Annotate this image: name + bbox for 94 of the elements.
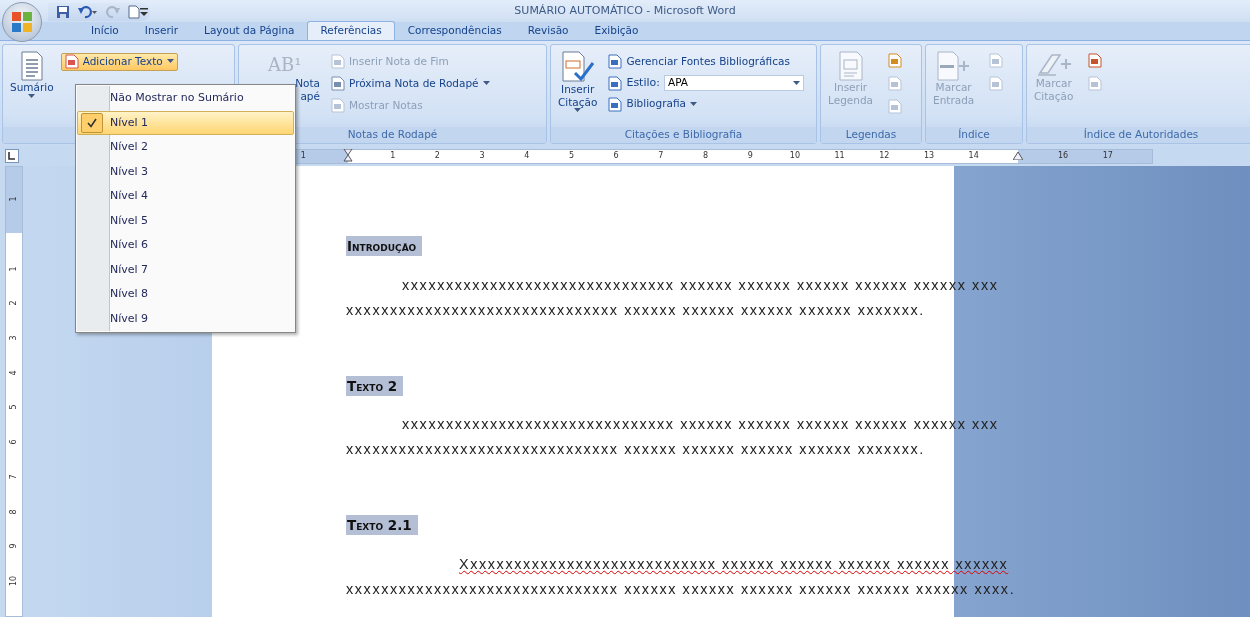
menu-item[interactable]: Nível 8: [77, 282, 294, 307]
paragraph-line: xxxxxxxxxxxxxxxxxxxxxxxxxxxxxxx xxxxxx xxxxxx xxxxxx xxxxxx xxxxxx xxx: [402, 415, 999, 434]
undo-icon[interactable]: [78, 5, 98, 19]
caret-icon: [574, 108, 582, 114]
ruler-number: 6: [613, 150, 619, 162]
ruler-number: 3: [479, 150, 485, 162]
ruler-number: 10: [789, 150, 800, 162]
ruler-number: 13: [923, 150, 935, 162]
ruler-number: 14: [968, 150, 979, 162]
ruler-number: 1: [8, 196, 19, 202]
menu-item[interactable]: Nível 6: [77, 233, 294, 258]
paragraph-line: xxxxxxxxxxxxxxxxxxxxxxxxxxxxxxx xxxxxx xxxxxx xxxxxx xxxxxx xxxxxxx.: [346, 300, 925, 320]
ruler-number: 9: [8, 543, 19, 549]
customize-menu-icon[interactable]: [140, 8, 148, 16]
check-icon: [87, 117, 97, 128]
ruler-number: 4: [524, 150, 530, 162]
tab-selector-icon[interactable]: [5, 149, 19, 163]
menu-item[interactable]: Nível 7: [77, 257, 294, 282]
ribbon-button[interactable]: Adicionar Texto: [60, 53, 178, 71]
paragraph-line: xxxxxxxxxxxxxxxxxxxxxxxxxxxxxxx xxxxxx xxxxxx xxxxxx xxxxxx xxxxxx xxx: [402, 275, 999, 295]
menu-item[interactable]: Nível 4: [77, 184, 294, 209]
section-heading: Introdução: [346, 236, 423, 257]
paragraph-line: Xxxxxxxxxxxxxxxxxxxxxxxxxxxxx xxxxxx xxxxxx xxxxxx xxxxxx xxxxxx: [459, 554, 1009, 574]
save-icon[interactable]: [56, 5, 70, 19]
ruler-number: 2: [8, 300, 19, 306]
ribbon-tab[interactable]: Exibição: [581, 21, 652, 40]
ribbon-button[interactable]: Bibliografia: [604, 95, 808, 113]
ruler-number: 8: [703, 150, 709, 162]
group-label: Citações e Bibliografia: [551, 127, 816, 143]
ribbon-tab[interactable]: Início: [78, 21, 132, 40]
document-icon: [608, 54, 623, 70]
caret-icon: [689, 101, 697, 107]
document-check-icon: [560, 51, 595, 83]
caret-icon: [793, 80, 800, 86]
document-icon: [608, 75, 623, 91]
menu-item[interactable]: Nível 5: [77, 208, 294, 233]
ribbon-button[interactable]: Gerenciar Fontes Bibliográficas: [604, 53, 808, 71]
menu-item[interactable]: Nível 9: [77, 306, 294, 331]
indent-marker-icon[interactable]: [1013, 152, 1024, 160]
office-logo-icon: [11, 11, 33, 33]
document-icon[interactable]: [888, 53, 902, 68]
ribbon-tab[interactable]: Correspondências: [394, 21, 515, 40]
document-icon: [331, 76, 345, 92]
menu-item[interactable]: Nível 3: [77, 159, 294, 184]
ruler-number: 16: [1057, 150, 1069, 162]
caret-icon: [28, 93, 36, 99]
section-heading: Texto 2.1: [346, 515, 418, 536]
pen-plus-icon: [1035, 51, 1072, 77]
ribbon-button[interactable]: Próxima Nota de Rodapé: [327, 74, 494, 93]
ruler-number: 10: [8, 575, 19, 586]
caret-icon: [166, 59, 174, 65]
ruler-number: 5: [568, 150, 574, 162]
ruler-number: 1: [390, 150, 396, 162]
paragraph-line: xxxxxxxxxxxxxxxxxxxxxxxxxxxxxxx xxxxxx xxxxxx xxxxxx xxxxxx xxxxxxx.: [346, 440, 925, 459]
group-label: Índice de Autoridades: [1027, 127, 1250, 143]
paragraph-line: xxxxxxxxxxxxxxxxxxxxxxxxxxxxxxx xxxxxx xxxxxx xxxxxx xxxxxx xxxxxx xxxxxx xxxx.: [346, 579, 1016, 599]
ruler-number: 5: [8, 404, 19, 410]
ribbon-tab[interactable]: Layout da Página: [191, 21, 308, 40]
menu-item[interactable]: Nível 1: [77, 110, 294, 135]
ruler-number: 8: [8, 509, 19, 515]
section-heading: Texto 2: [346, 375, 404, 396]
document-icon: [331, 54, 345, 70]
group-label: Índice: [926, 127, 1022, 143]
ribbon-button[interactable]: Sumário: [7, 49, 57, 127]
document-icon: [608, 96, 623, 112]
ruler-number: 1: [8, 266, 19, 272]
ribbon-button[interactable]: Inserir Citação: [555, 49, 601, 127]
ribbon-tab[interactable]: Inserir: [131, 21, 192, 40]
ab-footnote-icon: AB¹: [268, 53, 302, 77]
ruler-number: 12: [879, 150, 890, 162]
ribbon-tab[interactable]: Referências: [307, 21, 395, 40]
group-label: Legendas: [821, 127, 921, 143]
document-icon[interactable]: [1088, 53, 1103, 68]
ruler-number: 17: [1102, 150, 1113, 162]
document-icon: [64, 54, 79, 70]
ruler-number: 3: [8, 335, 19, 341]
ruler-number: 7: [8, 474, 19, 480]
indent-marker-icon[interactable]: [343, 149, 354, 163]
document-plus-icon: [935, 51, 972, 81]
ruler-number: 2: [434, 150, 440, 162]
caret-icon: [482, 81, 490, 87]
ruler-number: 7: [658, 150, 664, 162]
style-dropdown[interactable]: APA: [664, 75, 804, 91]
document-icon: [331, 97, 345, 113]
window-title: SUMÁRIO AUTOMÁTICO - Microsoft Word: [514, 2, 736, 19]
ruler-number: 1: [300, 150, 306, 162]
document-picture-icon: [837, 51, 864, 81]
ribbon-tab[interactable]: Revisão: [514, 21, 582, 40]
document-icon: [19, 51, 44, 81]
ruler-number: 4: [8, 370, 19, 376]
combo-label: Estilo:: [626, 74, 660, 91]
ruler-number: 9: [747, 150, 753, 162]
ruler-number: 11: [834, 150, 845, 162]
ruler-number: 6: [8, 439, 19, 445]
